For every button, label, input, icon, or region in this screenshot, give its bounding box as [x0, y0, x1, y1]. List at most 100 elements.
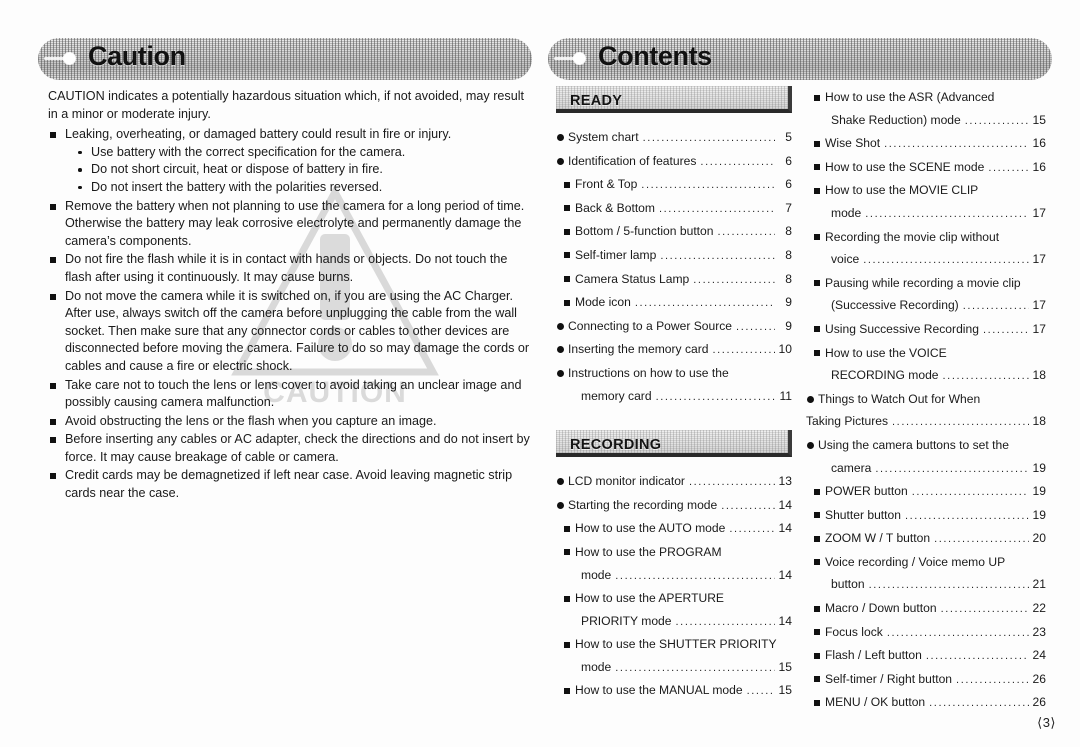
toc-bullet-square-icon [814, 326, 820, 333]
toc-entry[interactable]: mode....................................… [556, 564, 792, 588]
toc-entry[interactable]: Things to Watch Out for When............… [806, 388, 1046, 411]
toc-dot-leader: ........................................… [988, 161, 1029, 174]
toc-entry[interactable]: Voice recording / Voice memo UP.........… [806, 551, 1046, 574]
toc-dot-leader: ........................................… [942, 370, 1029, 383]
toc-entry[interactable]: Using Successive Recording..............… [806, 318, 1046, 342]
toc-entry[interactable]: RECORDING mode..........................… [806, 364, 1046, 388]
toc-bullet-round-icon [557, 157, 564, 165]
caution-item-text: Do not move the camera while it is switc… [65, 288, 530, 373]
toc-entry[interactable]: LCD monitor indicator...................… [556, 470, 792, 494]
toc-entry[interactable]: mode....................................… [806, 202, 1046, 226]
toc-dot-leader: ........................................… [642, 132, 775, 144]
toc-dot-leader: ........................................… [659, 202, 775, 215]
toc-page-number: 17 [1032, 298, 1046, 313]
toc-entry-label: Macro / Down button [825, 601, 937, 616]
toc-entry[interactable]: How to use the AUTO mode................… [556, 517, 792, 541]
caution-item: Credit cards may be demagnetized if left… [48, 467, 532, 502]
toc-entry[interactable]: How to use the ASR (Advanced............… [806, 86, 1046, 109]
toc-dot-leader: ........................................… [875, 462, 1029, 475]
toc-entry-label: Using Successive Recording [825, 321, 979, 336]
toc-entry-label: Taking Pictures [806, 414, 889, 429]
toc-entry[interactable]: mode....................................… [556, 656, 792, 680]
toc-bullet-round-icon [557, 369, 564, 377]
toc-entry[interactable]: Macro / Down button.....................… [806, 597, 1046, 621]
toc-entry[interactable]: button..................................… [806, 573, 1046, 597]
toc-entry[interactable]: How to use the VOICE....................… [806, 342, 1046, 365]
toc-entry[interactable]: Focus lock..............................… [806, 621, 1046, 645]
toc-entry[interactable]: Recording the movie clip without........… [806, 226, 1046, 249]
toc-entry[interactable]: How to use the PROGRAM..................… [556, 541, 792, 564]
toc-entry[interactable]: How to use the APERTURE.................… [556, 587, 792, 610]
toc-entry[interactable]: Camera Status Lamp......................… [556, 268, 792, 292]
toc-entry-label: mode [581, 659, 612, 674]
toc-entry[interactable]: Using the camera buttons to set the.....… [806, 434, 1046, 457]
toc-entry-label: PRIORITY mode [581, 613, 672, 628]
toc-entry[interactable]: POWER button............................… [806, 480, 1046, 504]
toc-bullet-square-icon [814, 488, 820, 495]
toc-entry[interactable]: How to use the SHUTTER PRIORITY.........… [556, 633, 792, 656]
toc-page-number: 24 [1032, 648, 1046, 663]
toc-dot-leader: ........................................… [929, 697, 1029, 710]
toc-entry[interactable]: Front & Top.............................… [556, 173, 792, 197]
toc-entry-label: mode [831, 205, 862, 220]
toc-bullet-square-icon [564, 641, 570, 648]
toc-entry[interactable]: Self-timer lamp.........................… [556, 244, 792, 268]
toc-entry[interactable]: Back & Bottom...........................… [556, 197, 792, 221]
toc-entry[interactable]: Mode icon...............................… [556, 291, 792, 315]
toc-dot-leader: ........................................… [892, 416, 1029, 429]
caution-item-text: Take care not to touch the lens or lens … [65, 377, 522, 410]
toc-entry[interactable]: PRIORITY mode...........................… [556, 610, 792, 634]
toc-bullet-square-icon [564, 595, 570, 602]
toc-entry[interactable]: MENU / OK button........................… [806, 691, 1046, 715]
toc-entry[interactable]: How to use the MOVIE CLIP...............… [806, 179, 1046, 202]
toc-entry[interactable]: Self-timer / Right button...............… [806, 668, 1046, 692]
toc-entry[interactable]: Pausing while recording a movie clip....… [806, 272, 1046, 295]
toc-entry-label: POWER button [825, 484, 908, 499]
toc-dot-leader: ........................................… [865, 207, 1029, 220]
toc-entry[interactable]: Shutter button..........................… [806, 504, 1046, 528]
toc-entry[interactable]: Taking Pictures.........................… [806, 410, 1046, 434]
caution-subitem: Do not insert the battery with the polar… [74, 179, 532, 197]
toc-entry[interactable]: (Successive Recording)..................… [806, 294, 1046, 318]
toc-bullet-round-icon [557, 134, 564, 141]
toc-entry[interactable]: Wise Shot...............................… [806, 132, 1046, 156]
toc-page-number: 7 [785, 200, 792, 215]
toc-entry-label: Mode icon [575, 295, 631, 310]
caution-item: Do not fire the flash while it is in con… [48, 251, 532, 286]
toc-entry-label: (Successive Recording) [831, 298, 959, 313]
toc-entry-label: camera [831, 460, 872, 475]
toc-entry[interactable]: camera..................................… [806, 457, 1046, 481]
page-number: ⟨3⟩ [1037, 715, 1056, 730]
toc-entry[interactable]: System chart............................… [556, 126, 792, 150]
toc-bullet-square-icon [814, 94, 820, 101]
toc-entry[interactable]: Flash / Left button.....................… [806, 644, 1046, 668]
toc-entry[interactable]: How to use the SCENE mode...............… [806, 156, 1046, 180]
toc-entry[interactable]: Connecting to a Power Source............… [556, 315, 792, 339]
toc-entry[interactable]: Shake Reduction) mode...................… [806, 109, 1046, 133]
toc-bullet-round-icon [557, 501, 564, 509]
toc-entry[interactable]: memory card.............................… [556, 385, 792, 409]
caution-subitem-list: Use battery with the correct specificati… [65, 144, 532, 197]
toc-page-number: 17 [1032, 321, 1046, 336]
caution-intro: CAUTION indicates a potentially hazardou… [48, 89, 524, 121]
toc-entry[interactable]: Bottom / 5-function button..............… [556, 220, 792, 244]
toc-entry[interactable]: voice...................................… [806, 248, 1046, 272]
caution-body: CAUTION indicates a potentially hazardou… [48, 88, 532, 504]
toc-entry[interactable]: How to use the MANUAL mode..............… [556, 679, 792, 703]
toc-entry-label: How to use the MOVIE CLIP [825, 183, 979, 198]
caution-item: Leaking, overheating, or damaged battery… [48, 126, 532, 196]
toc-entry-label: How to use the SCENE mode [825, 159, 985, 174]
toc-page-number: 10 [778, 342, 792, 357]
toc-entry[interactable]: Inserting the memory card...............… [556, 338, 792, 362]
toc-entry-label: How to use the ASR (Advanced [825, 90, 995, 104]
toc-entry[interactable]: Instructions on how to use the..........… [556, 362, 792, 385]
caution-item: Do not move the camera while it is switc… [48, 288, 532, 376]
toc-dot-leader: ........................................… [688, 476, 775, 489]
caution-item: Avoid obstructing the lens or the flash … [48, 413, 532, 431]
toc-page-number: 9 [785, 295, 792, 310]
toc-page-number: 26 [1032, 695, 1046, 710]
toc-entry[interactable]: Identification of features..............… [556, 150, 792, 174]
toc-dot-leader: ........................................… [693, 273, 775, 286]
toc-entry[interactable]: ZOOM W / T button.......................… [806, 527, 1046, 551]
toc-entry[interactable]: Starting the recording mode.............… [556, 494, 792, 518]
